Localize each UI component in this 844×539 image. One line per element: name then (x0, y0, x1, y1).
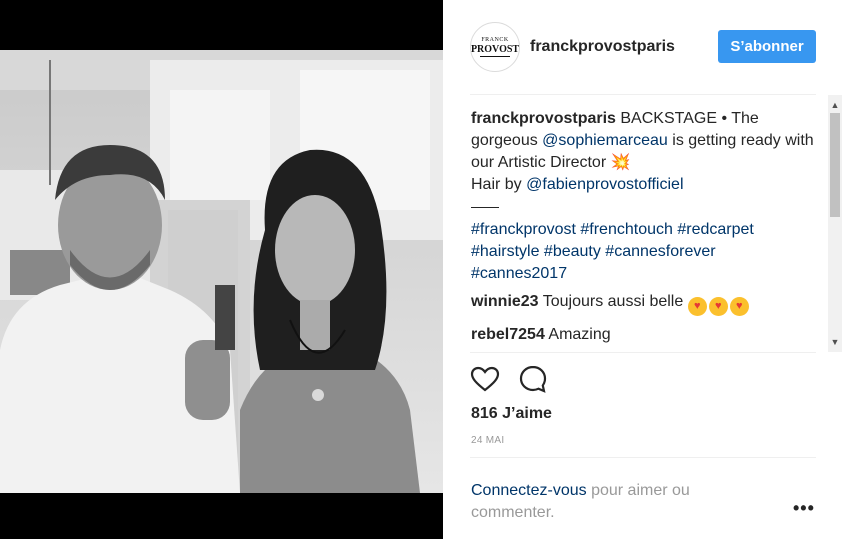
hashtags-line[interactable]: #cannes2017 (471, 265, 567, 282)
caption-separator (471, 196, 499, 208)
login-prompt: Connectez-vous pour aimer ou commenter. (471, 480, 721, 524)
comments-scrollbar[interactable]: ▲ ▼ (828, 95, 842, 352)
avatar-brand-small: FRANCK (481, 37, 509, 43)
collision-emoji: 💥 (610, 154, 631, 171)
comment-text: Amazing (544, 326, 611, 343)
heart-icon[interactable] (470, 364, 500, 394)
follow-button[interactable]: S’abonner (718, 30, 816, 63)
mention-link[interactable]: @fabienprovostofficiel (526, 176, 683, 193)
caption-username[interactable]: franckprovostparis (471, 110, 616, 127)
heart-eyes-emoji: ♥ (729, 297, 749, 316)
comment-username[interactable]: winnie23 (471, 293, 539, 310)
post-photo[interactable] (0, 50, 443, 493)
scrollbar-thumb[interactable] (830, 113, 840, 217)
comment-username[interactable]: rebel7254 (471, 326, 545, 343)
login-link[interactable]: Connectez-vous (471, 482, 587, 499)
avatar[interactable]: FRANCK PROVOST (470, 22, 520, 72)
likes-count[interactable]: 816 J’aime (471, 405, 552, 423)
hashtags-line[interactable]: #hairstyle #beauty #cannesforever (471, 243, 716, 260)
header-username[interactable]: franckprovostparis (530, 38, 675, 56)
heart-eyes-emoji: ♥ (708, 297, 728, 316)
post-header: FRANCK PROVOST franckprovostparis S’abon… (443, 0, 844, 95)
header-divider (470, 94, 816, 95)
avatar-rule (480, 56, 510, 57)
post-caption: franckprovostparis BACKSTAGE • The gorge… (471, 108, 821, 285)
comment-text: Toujours aussi belle (538, 293, 688, 310)
post-side-panel: FRANCK PROVOST franckprovostparis S’abon… (443, 0, 844, 539)
comment-icon[interactable] (518, 364, 548, 394)
comment-item: winnie23 Toujours aussi belle ♥ ♥ ♥ (471, 291, 821, 316)
scroll-up-icon[interactable]: ▲ (828, 99, 842, 111)
mention-link[interactable]: @sophiemarceau (542, 132, 668, 149)
heart-eyes-emoji: ♥ (687, 297, 707, 316)
comments-list[interactable]: franckprovostparis BACKSTAGE • The gorge… (471, 108, 821, 352)
scroll-down-icon[interactable]: ▼ (828, 336, 842, 348)
post-actions (470, 364, 548, 394)
more-options-icon[interactable]: ••• (793, 498, 815, 519)
actions-divider (470, 352, 816, 353)
caption-text-3: Hair by (471, 176, 527, 193)
post-date: 24 MAI (471, 435, 505, 446)
post-photo-panel (0, 0, 443, 539)
comment-item: rebel7254 Amazing (471, 324, 821, 346)
avatar-brand: PROVOST (470, 44, 520, 55)
hashtags-line[interactable]: #franckprovost #frenchtouch #redcarpet (471, 221, 754, 238)
bottom-divider (470, 457, 816, 458)
